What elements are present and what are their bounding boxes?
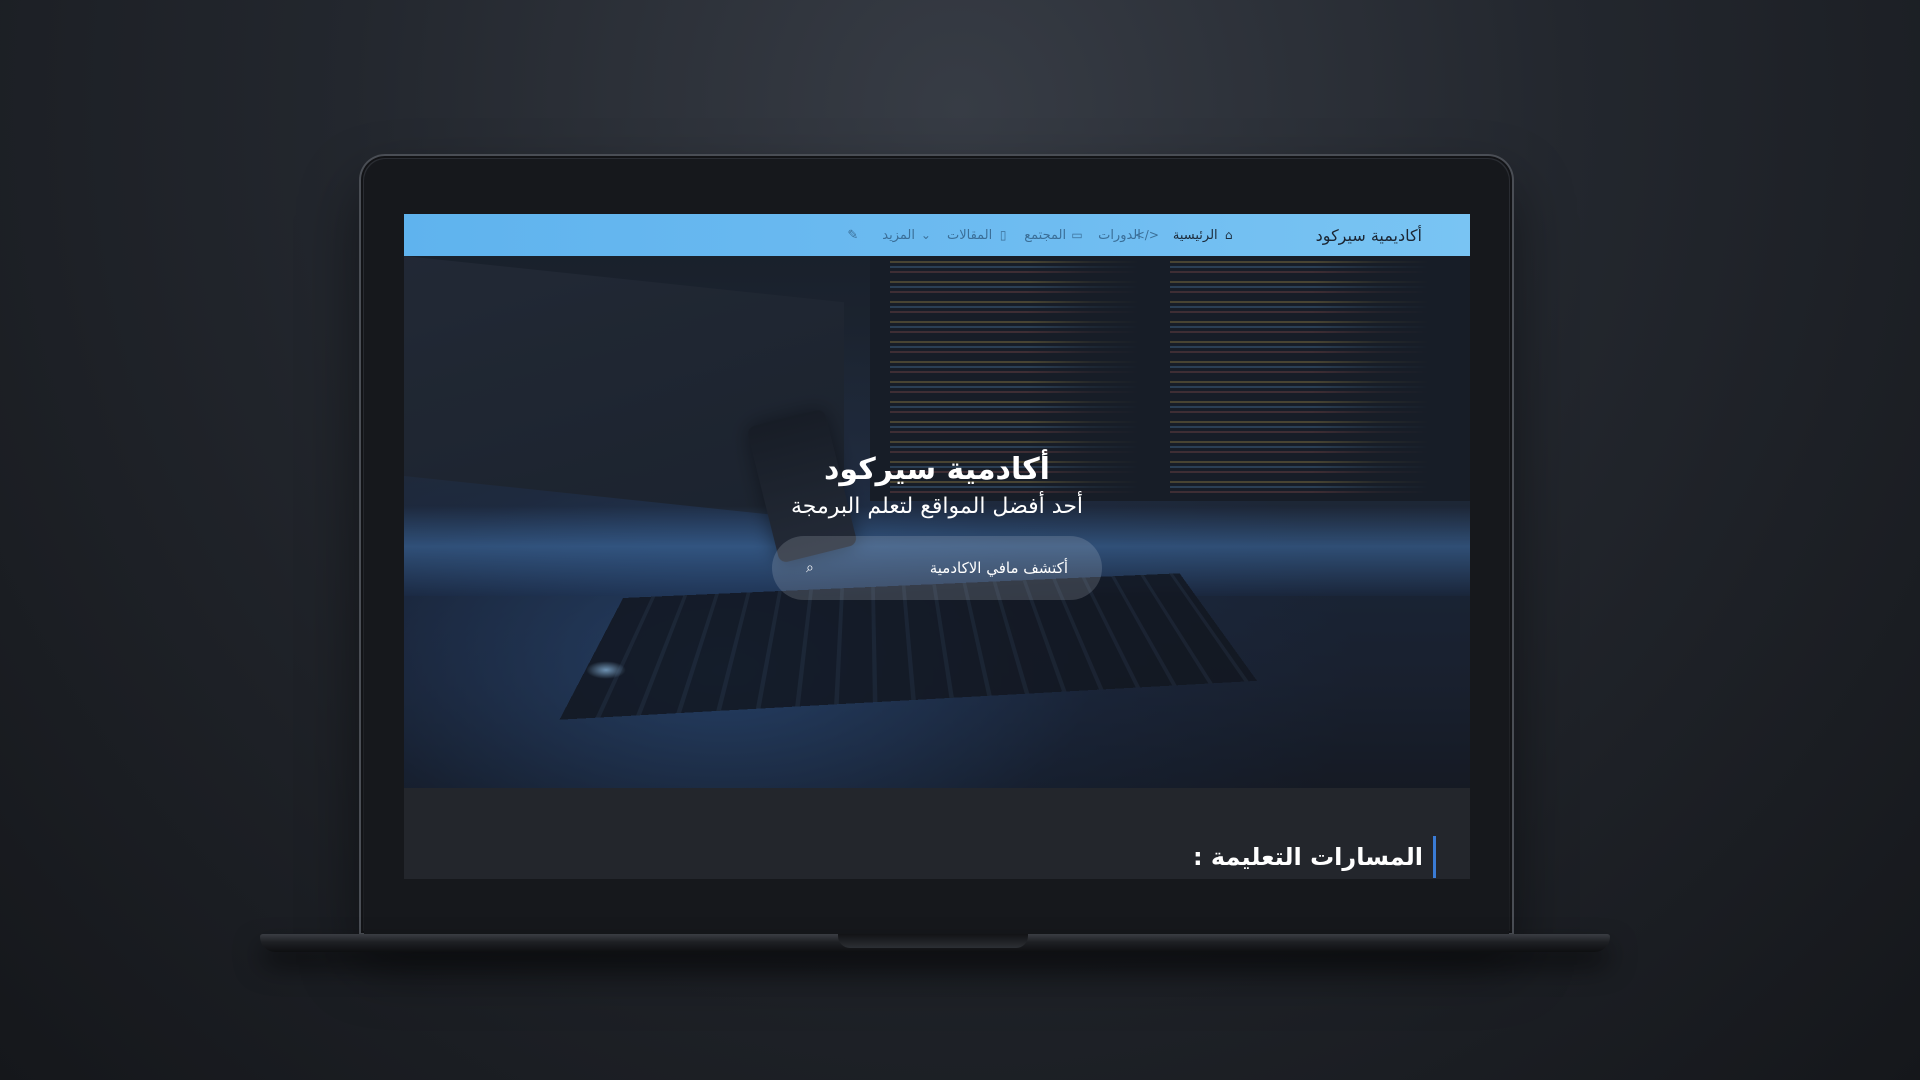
laptop-notch <box>838 934 1028 948</box>
search-bar[interactable]: أكتشف مافي الاكادمية ⌕ <box>772 536 1102 600</box>
home-icon: ⌂ <box>1224 228 1233 242</box>
code-icon: </> <box>1134 228 1159 242</box>
nav-item-community[interactable]: ▭ المجتمع <box>1024 228 1084 243</box>
nav-item-articles[interactable]: ▯ المقالات <box>947 228 1010 243</box>
nav-item-label: الدورات <box>1098 227 1141 243</box>
hero-content: أكادمية سيركود أحد أفضل المواقع لتعلم ال… <box>404 450 1470 524</box>
learning-paths-section: المسارات التعليمة : <box>404 788 1470 879</box>
chevron-down-icon: ⌄ <box>920 228 931 242</box>
hero-subtitle: أحد أفضل المواقع لتعلم البرمجة <box>790 494 1084 519</box>
brand-logo[interactable]: أكاديمية سيركود <box>1316 226 1422 245</box>
nav-item-label: المقالات <box>946 227 993 243</box>
nav-menu: ⌂ الرئيسية </> الدورات ▭ المجتمع ▯ المقا… <box>847 228 1235 243</box>
search-icon[interactable]: ⌕ <box>806 560 814 576</box>
navbar: أكاديمية سيركود ⌂ الرئيسية </> الدورات ▭… <box>404 214 1470 256</box>
hero-title: أكادمية سيركود <box>824 452 1050 487</box>
document-icon: ▯ <box>999 228 1007 242</box>
section-title: المسارات التعليمة : <box>1193 835 1436 878</box>
hero-section: أكادمية سيركود أحد أفضل المواقع لتعلم ال… <box>404 256 1470 788</box>
pencil-icon[interactable]: ✎ <box>847 228 858 243</box>
nav-item-label: المزيد <box>882 227 915 243</box>
nav-item-courses[interactable]: </> الدورات <box>1098 228 1159 243</box>
website-screen: أكاديمية سيركود ⌂ الرئيسية </> الدورات ▭… <box>404 214 1470 879</box>
nav-item-label: المجتمع <box>1024 227 1067 243</box>
chat-icon: ▭ <box>1071 228 1083 242</box>
nav-item-more[interactable]: ⌄ المزيد <box>882 228 933 243</box>
nav-item-label: الرئيسية <box>1172 227 1218 243</box>
nav-item-home[interactable]: ⌂ الرئيسية <box>1173 228 1236 243</box>
search-input[interactable]: أكتشف مافي الاكادمية <box>930 559 1068 577</box>
